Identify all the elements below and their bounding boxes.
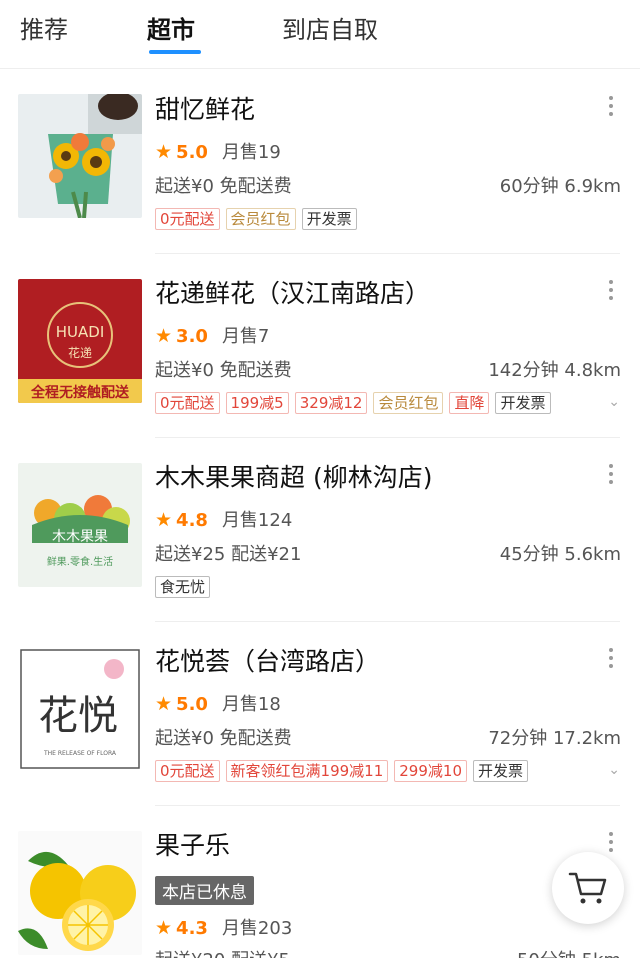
chevron-down-icon[interactable]: ⌄	[608, 394, 620, 410]
more-vert-icon[interactable]	[608, 280, 614, 304]
rating-score: 5.0	[176, 694, 208, 715]
monthly-sales: 月售203	[221, 918, 293, 939]
delivery-info: 起送¥20 配送¥5	[155, 946, 290, 958]
shop-name: 花悦荟（台湾路店）	[155, 647, 381, 676]
delivery-info: 起送¥25 配送¥21	[155, 544, 302, 565]
rating-score: 3.0	[176, 326, 208, 347]
rating-score: 4.8	[176, 510, 208, 531]
shop-card[interactable]: 木木果果 鲜果.零食.生活 木木果果商超 (柳林沟店) ★ 4.8 月售124 起送…	[0, 438, 640, 622]
monthly-sales: 月售18	[221, 694, 281, 715]
promo-badges: 0元配送 会员红包 开发票	[155, 208, 363, 230]
more-vert-icon[interactable]	[608, 832, 614, 856]
logo-subtext: THE RELEASE OF FLORA	[43, 750, 117, 757]
shop-thumbnail: 木木果果 鲜果.零食.生活	[18, 463, 142, 587]
star-icon: ★	[155, 693, 173, 715]
badge: 0元配送	[155, 760, 220, 782]
shop-thumbnail: 花悦 THE RELEASE OF FLORA	[18, 647, 142, 771]
delivery-info: 起送¥0 免配送费	[155, 728, 292, 749]
shop-rating: ★ 5.0 月售18	[155, 690, 281, 716]
shop-name: 果子乐	[155, 831, 231, 860]
more-vert-icon[interactable]	[608, 648, 614, 672]
active-tab-indicator	[149, 50, 201, 54]
tab-recommend[interactable]: 推荐	[20, 10, 68, 45]
monthly-sales: 月售19	[221, 142, 281, 163]
chevron-down-icon[interactable]: ⌄	[608, 762, 620, 778]
badge: 0元配送	[155, 208, 220, 230]
badge: 329减12	[294, 392, 368, 414]
logo-subtext: 花递	[68, 345, 92, 360]
cart-button[interactable]	[552, 852, 624, 924]
star-icon: ★	[155, 141, 173, 163]
eta-distance: 45分钟 5.6km	[499, 544, 621, 565]
shop-thumbnail	[18, 831, 142, 955]
eta-distance: 50分钟 5km	[517, 946, 621, 958]
eta-distance: 142分钟 4.8km	[488, 360, 621, 381]
badge: 299减10	[394, 760, 467, 782]
eta-distance: 60分钟 6.9km	[499, 176, 621, 197]
rating-score: 5.0	[176, 142, 208, 163]
logo-banner: 全程无接触配送	[30, 384, 130, 401]
star-icon: ★	[155, 325, 173, 347]
badge: 新客领红包满199减11	[225, 760, 389, 782]
eta-distance: 72分钟 17.2km	[488, 728, 621, 749]
shop-card[interactable]: 果子乐 本店已休息 ★4.3 月售203 起送¥20 配送¥5 50分钟 5km	[0, 806, 640, 958]
tab-supermarket[interactable]: 超市	[147, 10, 195, 45]
shop-card[interactable]: 花悦 THE RELEASE OF FLORA 花悦荟（台湾路店） ★ 5.0 月售…	[0, 622, 640, 806]
logo-subtext: 鲜果.零食.生活	[47, 555, 113, 568]
badge: 开发票	[301, 208, 357, 230]
promo-badges: 0元配送 新客领红包满199减11 299减10 开发票	[155, 760, 534, 782]
star-icon: ★	[155, 917, 173, 939]
delivery-info: 起送¥0 免配送费	[155, 360, 292, 381]
badge: 开发票	[495, 392, 551, 414]
logo-text: 木木果果	[52, 529, 108, 545]
badge: 食无忧	[155, 576, 211, 598]
shop-rating: ★ 4.8 月售124	[155, 506, 292, 532]
logo-text: HUADI	[56, 323, 105, 341]
shop-thumbnail	[18, 94, 142, 218]
badge: 199减5	[225, 392, 289, 414]
tab-pickup[interactable]: 到店自取	[282, 10, 378, 45]
more-vert-icon[interactable]	[608, 96, 614, 120]
shop-name: 花递鲜花（汉江南路店）	[155, 279, 431, 308]
promo-badges: 食无忧	[155, 576, 216, 598]
shop-rating: ★ 4.3 月售203	[155, 914, 292, 940]
closed-badge: 本店已休息	[155, 876, 254, 905]
shop-name: 木木果果商超 (柳林沟店)	[155, 463, 433, 492]
logo-text: 花悦	[38, 693, 118, 739]
monthly-sales: 月售7	[221, 326, 270, 347]
monthly-sales: 月售124	[221, 510, 293, 531]
shop-card[interactable]: 甜忆鲜花 ★ 5.0 月售19 起送¥0 免配送费 60分钟 6.9km 0元配送会…	[0, 70, 640, 254]
shop-rating: ★ 3.0 月售7	[155, 322, 269, 348]
promo-badges: 0元配送 199减5 329减12 会员红包 直降 开发票	[155, 392, 557, 414]
shop-name: 甜忆鲜花	[155, 95, 256, 124]
top-tab-bar: 推荐 超市 到店自取	[0, 0, 640, 69]
shop-rating: ★ 5.0 月售19	[155, 138, 281, 164]
badge: 会员红包	[373, 392, 444, 414]
more-vert-icon[interactable]	[608, 464, 614, 488]
badge: 0元配送	[155, 392, 220, 414]
badge: 直降	[449, 392, 490, 414]
delivery-info: 起送¥0 免配送费	[155, 176, 292, 197]
badge: 开发票	[472, 760, 528, 782]
rating-score: 4.3	[176, 918, 208, 939]
cart-icon	[568, 872, 607, 904]
shop-thumbnail: HUADI 花递 全程无接触配送	[18, 279, 142, 403]
badge: 会员红包	[225, 208, 296, 230]
shop-card[interactable]: HUADI 花递 全程无接触配送 花递鲜花（汉江南路店） ★ 3.0 月售7 起送¥…	[0, 254, 640, 438]
star-icon: ★	[155, 509, 173, 531]
